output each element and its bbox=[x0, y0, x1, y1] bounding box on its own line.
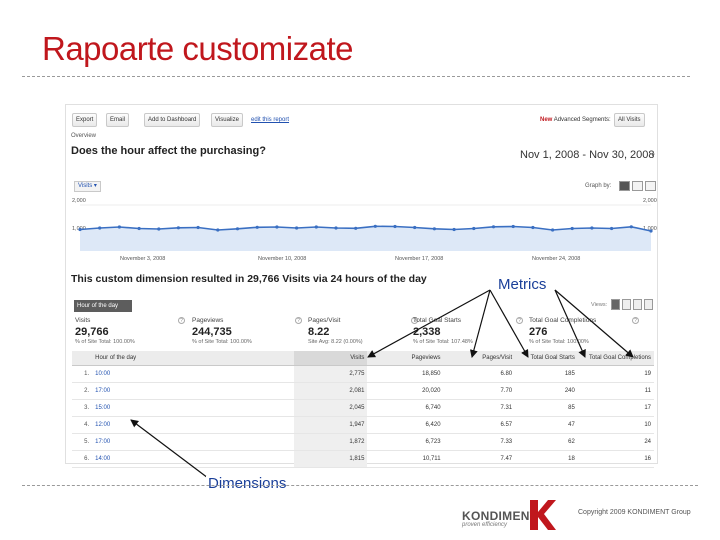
footer-divider bbox=[22, 485, 698, 486]
copyright-text: Copyright 2009 KONDIMENT Group bbox=[578, 509, 691, 516]
kondiment-logo-icon bbox=[530, 500, 556, 530]
arrow-to-goal-completions bbox=[554, 289, 634, 358]
arrow-to-pageviews bbox=[469, 289, 491, 358]
arrow-to-visits bbox=[367, 289, 491, 358]
logo-tagline: proven efficiency bbox=[462, 522, 508, 528]
annotation-arrows bbox=[130, 289, 634, 479]
arrow-to-pages-visit bbox=[489, 289, 529, 358]
arrow-to-dimension bbox=[130, 419, 209, 479]
dimensions-annotation: Dimensions bbox=[206, 475, 289, 492]
metrics-annotation: Metrics bbox=[496, 276, 549, 293]
arrow-to-goal-starts bbox=[554, 289, 586, 358]
